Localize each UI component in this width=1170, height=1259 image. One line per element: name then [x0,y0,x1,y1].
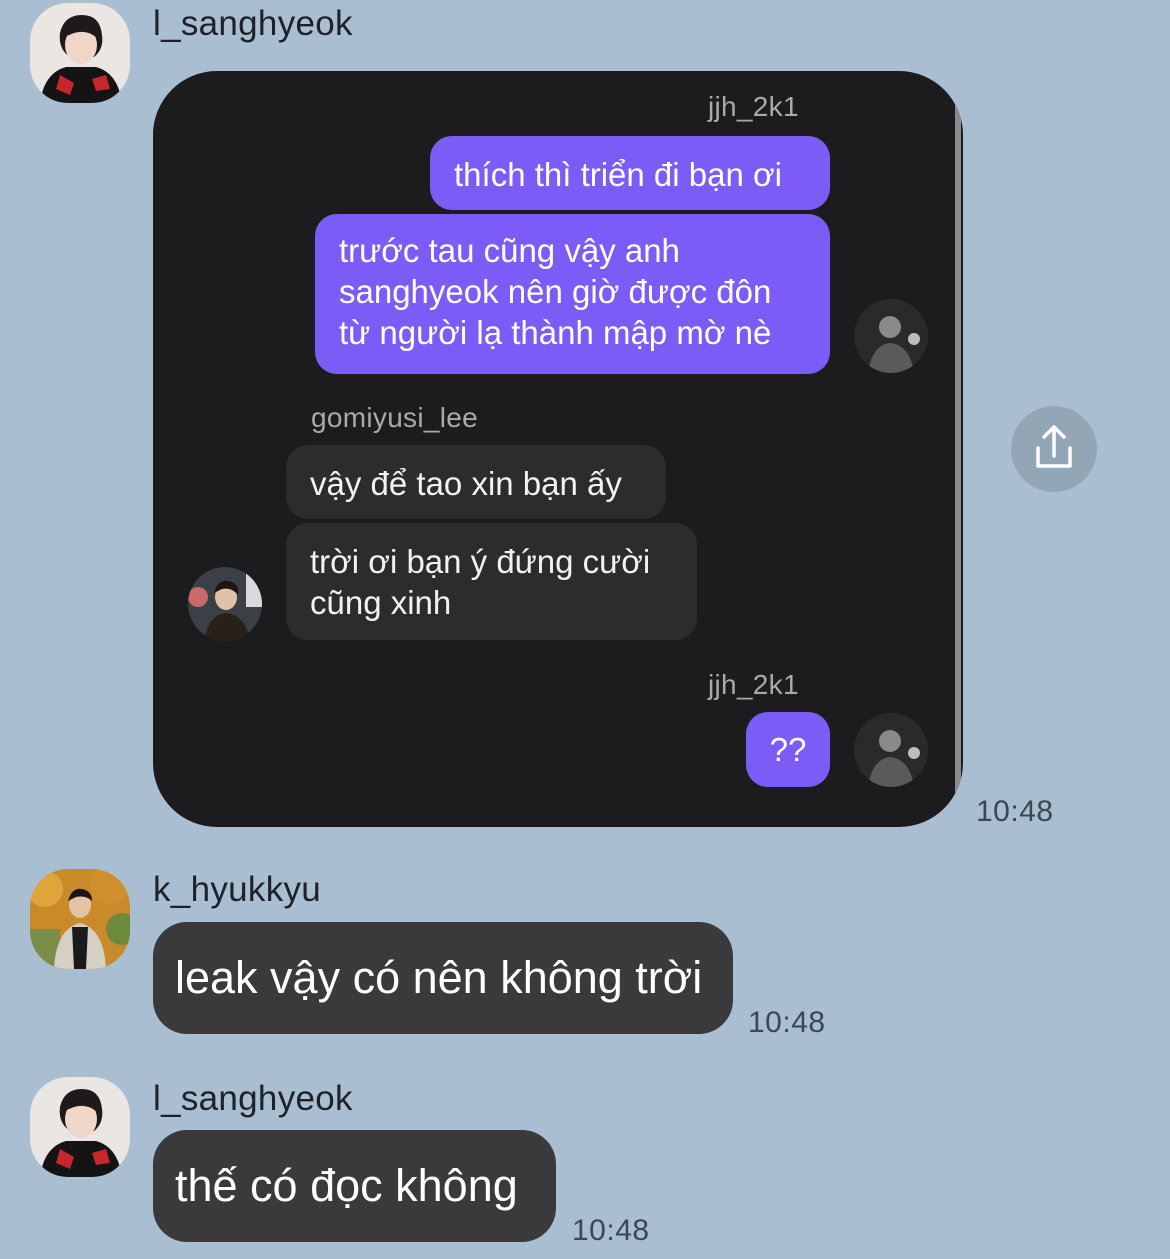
avatar-l-sanghyeok[interactable] [30,1077,130,1177]
ig-avatar-gomiyusi [188,567,262,641]
ig-sender-name: jjh_2k1 [708,669,799,700]
avatar-photo-icon [30,869,130,969]
shared-screenshot[interactable]: jjh_2k1 thích thì triển đi bạn ơi trước … [153,71,963,827]
share-icon [1036,425,1072,468]
avatar-photo-icon [854,299,928,373]
ig-sender-name: gomiyusi_lee [311,402,479,433]
ig-message-text: ?? [769,731,807,768]
ig-message-line: trước tau cũng vậy anh [339,232,680,269]
ig-avatar-jjh [854,713,928,787]
ig-message-line: sanghyeok nên giờ được đôn [339,273,772,310]
ig-message-bubble: vậy để tao xin bạn ấy [286,445,666,519]
ig-message-bubble: ?? [746,712,830,787]
avatar-photo-icon [188,567,262,641]
ig-avatar-jjh [854,299,928,373]
ig-message-bubble: trời ơi bạn ý đứng cười cũng xinh [286,523,697,640]
message-text: leak vậy có nên không trời [175,952,703,1003]
ig-message-bubble: thích thì triển đi bạn ơi [430,136,830,210]
ig-message-bubble: trước tau cũng vậy anh sanghyeok nên giờ… [315,214,830,374]
ig-message-text: vậy để tao xin bạn ấy [310,465,622,502]
avatar-l-sanghyeok[interactable] [30,3,130,103]
message-bubble[interactable]: leak vậy có nên không trời [153,922,733,1034]
avatar-k-hyukkyu[interactable] [30,869,130,969]
message-time: 10:48 [976,795,1054,828]
avatar-photo-icon [854,713,928,787]
avatar-photo-icon [30,3,130,103]
ig-message-line: cũng xinh [310,584,452,621]
sender-name: k_hyukkyu [153,870,322,909]
ig-message-text: thích thì triển đi bạn ơi [454,156,782,193]
message-time: 10:48 [748,1006,826,1039]
ig-sender-name: jjh_2k1 [708,91,799,122]
sender-name: l_sanghyeok [153,4,353,43]
message-time: 10:48 [572,1214,650,1247]
message-text: thế có đọc không [175,1160,518,1211]
ig-message-line: từ người lạ thành mập mờ nè [339,314,772,351]
share-button[interactable] [1011,406,1097,492]
message-bubble[interactable]: thế có đọc không [153,1130,556,1242]
sender-name: l_sanghyeok [153,1079,353,1118]
screenshot-scrollbar [955,101,961,801]
ig-message-line: trời ơi bạn ý đứng cười [310,543,651,580]
avatar-photo-icon [30,1077,130,1177]
